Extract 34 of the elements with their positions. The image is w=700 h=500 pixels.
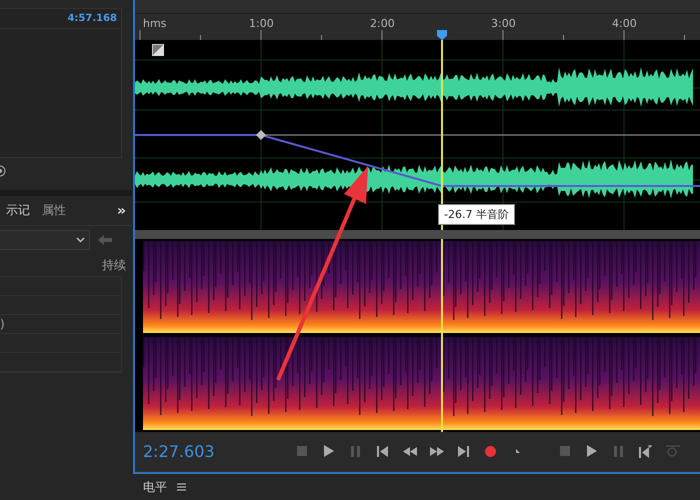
play-icon — [586, 445, 597, 457]
duration-text: 4:57.168 — [67, 13, 117, 24]
pitch-tooltip: -26.7 半音阶 — [438, 204, 515, 225]
record-icon — [485, 446, 496, 456]
snap-toggle-icon[interactable] — [152, 44, 164, 56]
chevron-icon — [76, 237, 85, 243]
scroll-bar[interactable] — [135, 230, 700, 239]
stop-icon — [560, 446, 570, 456]
zoom-icon — [666, 444, 680, 458]
more-button[interactable]: » — [110, 202, 132, 218]
fast-forward-icon — [430, 446, 444, 456]
panel-tab[interactable]: 示记 — [0, 196, 36, 226]
ruler-label: 1:00 — [249, 17, 274, 30]
play-icon — [323, 445, 334, 457]
ruler-label: 2:00 — [370, 17, 395, 30]
stop-icon — [296, 446, 306, 456]
skip-start-icon — [377, 446, 388, 456]
panel-title: 电平 — [143, 478, 167, 496]
corner-icon — [516, 449, 520, 453]
skip-back-icon — [638, 444, 652, 458]
timecode: 2:27.603 — [143, 442, 216, 460]
pause-icon — [614, 446, 623, 456]
ruler-label: hms — [143, 17, 166, 30]
menu-icon[interactable] — [177, 483, 186, 491]
rewind-icon — [402, 446, 416, 456]
envelope-point-icon[interactable] — [256, 130, 266, 140]
ruler-label: 4:00 — [612, 17, 637, 30]
circle-icon[interactable] — [0, 165, 6, 177]
skip-end-icon — [458, 446, 469, 456]
pause-icon — [351, 446, 360, 456]
panel-tab[interactable]: 属性 — [36, 196, 72, 226]
column-header[interactable]: 持续 — [102, 256, 126, 274]
ruler-label: 3:00 — [491, 17, 516, 30]
list-item-text[interactable]: ) — [0, 317, 5, 331]
